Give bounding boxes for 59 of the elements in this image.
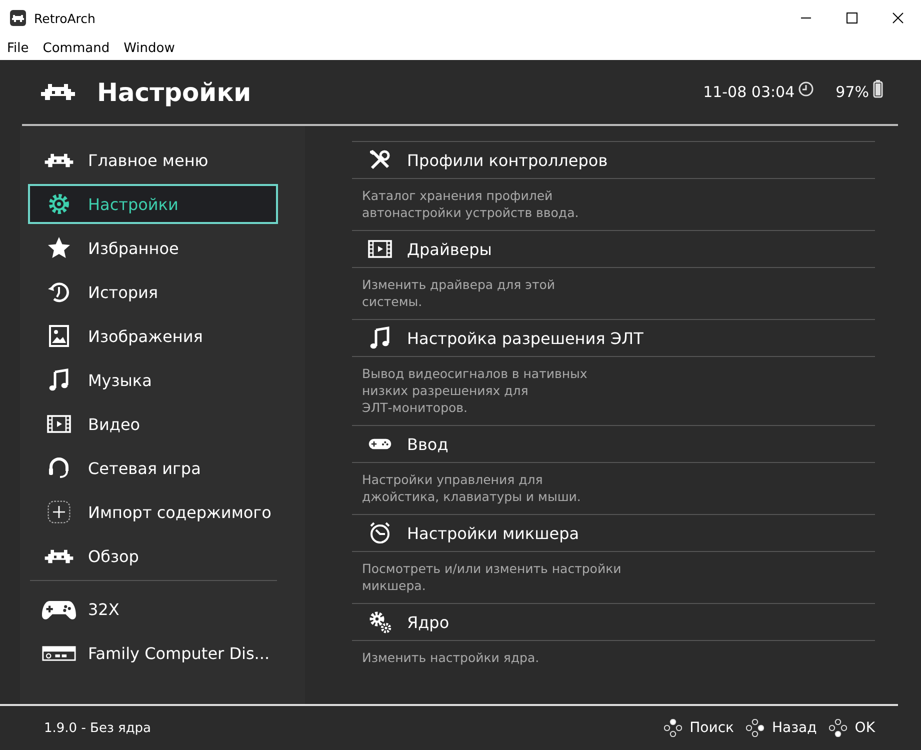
sidebar-item[interactable]: Обзор: [28, 536, 278, 576]
star-icon: [47, 236, 71, 260]
music-note-icon: [47, 368, 71, 392]
invader-icon: [44, 152, 74, 168]
setting-description: Изменить настройки ядра.: [352, 640, 875, 675]
setting-title[interactable]: Ввод: [407, 434, 448, 454]
hint-label[interactable]: Поиск: [690, 720, 734, 736]
sidebar-item[interactable]: История: [28, 272, 278, 312]
setting-title[interactable]: Настройка разрешения ЭЛТ: [407, 328, 644, 348]
sidebar-item[interactable]: Сетевая игра: [28, 448, 278, 488]
sidebar-item[interactable]: Family Computer Dis...: [28, 633, 278, 673]
timer-icon: [368, 521, 392, 545]
setting-description: Настройки управления для джойстика, клавиатуры и мыши.: [352, 462, 875, 514]
hint-label[interactable]: Назад: [772, 720, 817, 736]
music-note-icon: [368, 326, 392, 350]
button-pad-icon: [746, 719, 764, 737]
clock-text: 11-08 03:04: [703, 83, 795, 101]
headset-icon: [47, 456, 71, 480]
app-icon: [10, 10, 26, 26]
history-icon: [47, 280, 71, 304]
image-icon: [47, 324, 71, 348]
setting-title[interactable]: Настройки микшера: [407, 524, 580, 542]
sidebar-item[interactable]: Главное меню: [28, 140, 278, 180]
setting-description: Посмотреть и/или изменить настройки микшера.: [352, 551, 875, 603]
button-pad-icon: [828, 719, 847, 737]
sidebar-item[interactable]: Видео: [28, 404, 278, 444]
controller-icon: [368, 436, 392, 452]
page-title: Настройки: [97, 78, 252, 106]
gears-icon: [368, 610, 392, 634]
setting-title[interactable]: Ядро: [407, 612, 450, 632]
setting-description: Каталог хранения профилей автонастройки устройств ввода.: [352, 178, 875, 230]
window-title: RetroArch: [34, 10, 96, 26]
film-icon: [368, 237, 392, 261]
version-text: 1.9.0 - Без ядра: [44, 720, 152, 736]
battery-text: 97%: [836, 83, 869, 101]
sidebar-item[interactable]: Музыка: [28, 360, 278, 400]
sidebar-item[interactable]: Изображения: [28, 316, 278, 356]
gear-icon: [47, 192, 71, 216]
setting-title[interactable]: Драйверы: [407, 240, 492, 258]
button-pad-icon: [664, 719, 682, 737]
battery-icon: [873, 80, 883, 98]
tools-icon: [368, 148, 392, 172]
console-icon: [42, 644, 76, 662]
hint-label[interactable]: OK: [854, 720, 875, 736]
setting-description: Изменить драйвера для этой системы.: [352, 267, 875, 319]
sidebar-item[interactable]: Избранное: [28, 228, 278, 268]
sidebar-item[interactable]: Настройки: [28, 184, 278, 224]
menu-item[interactable]: Command: [42, 40, 110, 56]
menu-item[interactable]: File: [7, 40, 29, 56]
invader-logo: [40, 82, 76, 102]
film-icon: [47, 412, 71, 436]
clock-icon: [798, 81, 814, 97]
sidebar-item[interactable]: 32X: [28, 589, 278, 629]
setting-title[interactable]: Профили контроллеров: [407, 150, 608, 170]
sidebar-item[interactable]: Импорт содержимого: [28, 492, 278, 532]
menu-item[interactable]: Window: [124, 40, 175, 56]
add-icon: [47, 500, 71, 524]
setting-description: Вывод видеосигналов в нативных низких разрешениях для ЭЛТ-мониторов.: [352, 356, 875, 425]
invader-icon: [44, 548, 74, 564]
